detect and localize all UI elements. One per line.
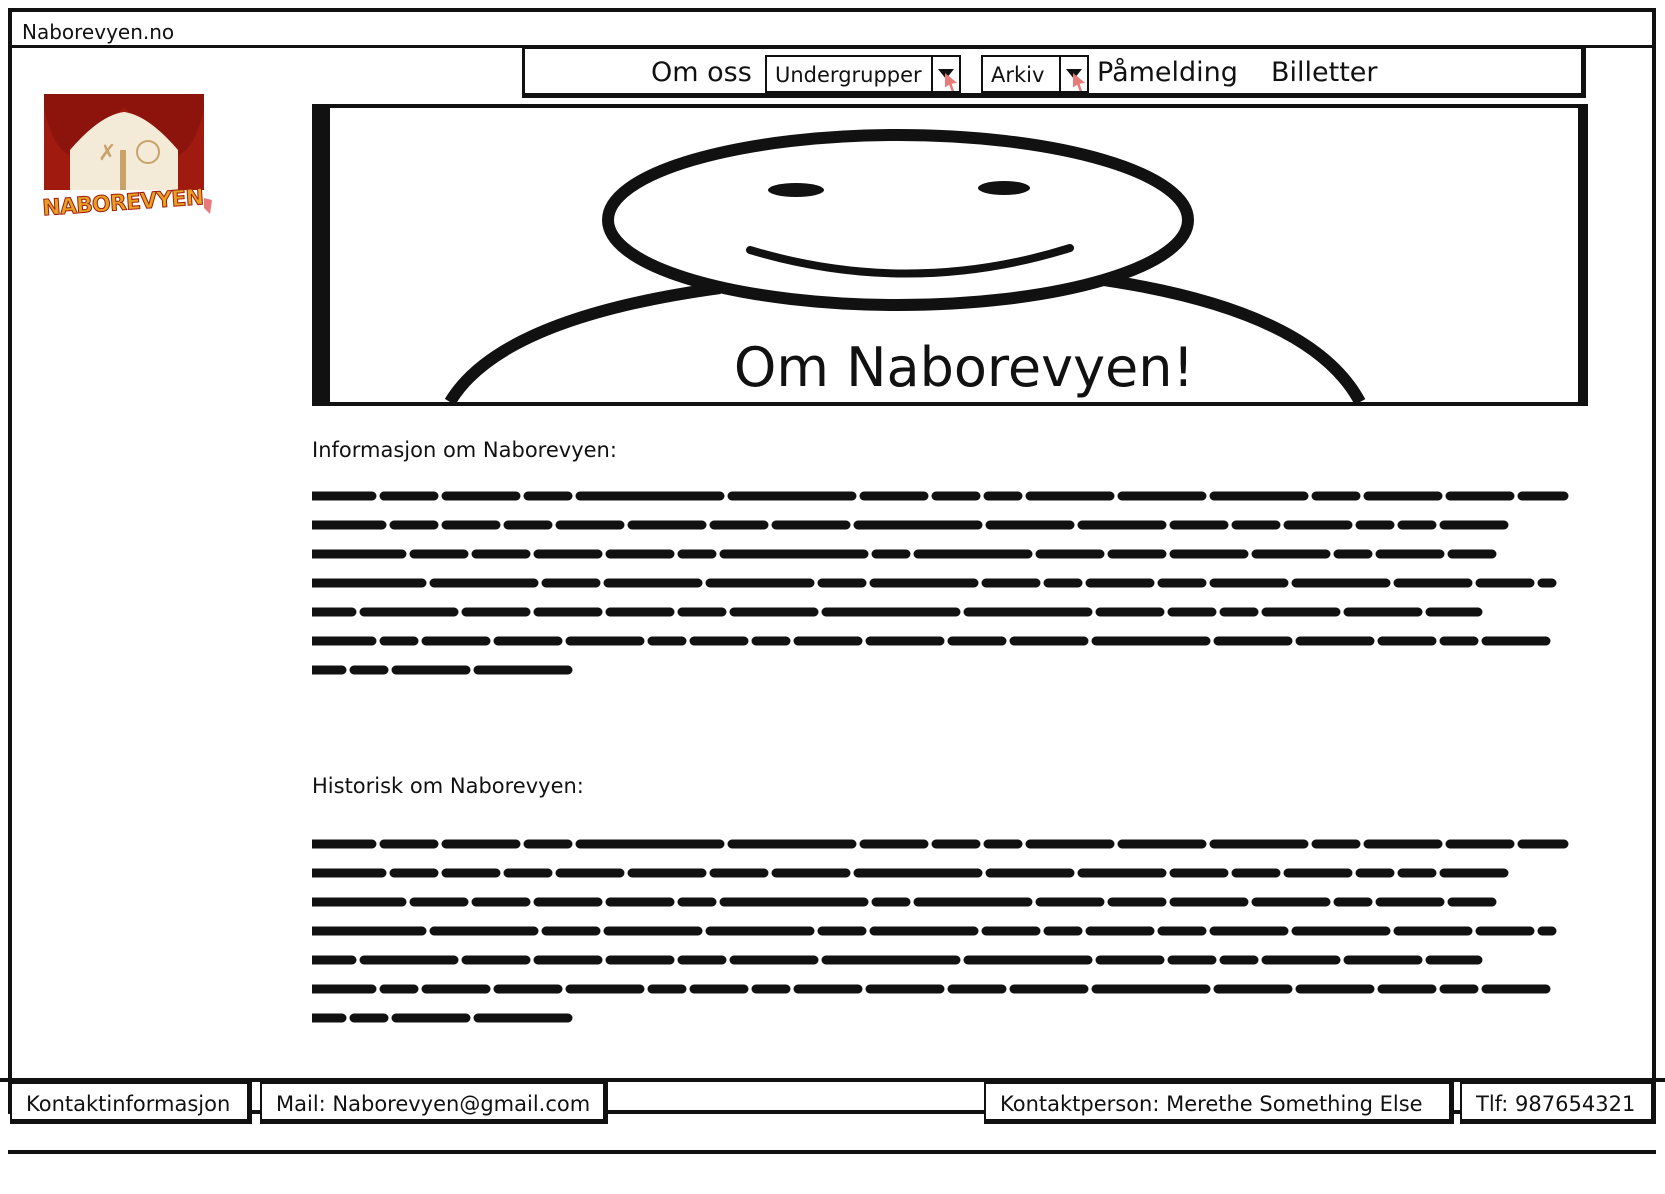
- undergrupper-dropdown[interactable]: Undergrupper: [765, 55, 961, 93]
- contact-label: Kontaktinformasjon: [26, 1092, 231, 1116]
- address-bar[interactable]: Naborevyen.no: [8, 8, 1656, 48]
- main-nav: Om oss Undergrupper Arkiv Påmelding Bill…: [522, 46, 1586, 98]
- footer-mail[interactable]: Mail: Naborevyen@gmail.com: [260, 1082, 608, 1124]
- hero-banner: Om Naborevyen!: [312, 104, 1588, 406]
- footer-contact-person: Kontaktperson: Merethe Something Else: [984, 1082, 1454, 1124]
- history-heading: Historisk om Naborevyen:: [312, 774, 584, 798]
- info-text-placeholder: [312, 491, 1571, 675]
- history-text-placeholder: [312, 839, 1571, 1023]
- undergrupper-label: Undergrupper: [775, 63, 922, 87]
- nav-pamelding[interactable]: Påmelding: [1097, 57, 1238, 88]
- phone-text: Tlf: 987654321: [1476, 1092, 1636, 1116]
- arkiv-label: Arkiv: [991, 63, 1045, 87]
- hero-title: Om Naborevyen!: [733, 336, 1195, 399]
- svg-text:✗: ✗: [98, 141, 116, 166]
- footer-bottom-line: [8, 1150, 1656, 1154]
- nav-om-oss[interactable]: Om oss: [651, 57, 752, 88]
- url-text: Naborevyen.no: [22, 20, 175, 44]
- chevron-down-icon[interactable]: [931, 57, 959, 91]
- contact-person-text: Kontaktperson: Merethe Something Else: [1000, 1092, 1423, 1116]
- nav-billetter[interactable]: Billetter: [1271, 57, 1378, 88]
- chevron-down-icon[interactable]: [1059, 57, 1087, 91]
- arkiv-dropdown[interactable]: Arkiv: [981, 55, 1089, 93]
- info-heading: Informasjon om Naborevyen:: [312, 438, 617, 462]
- svg-text:NABOREVYEN: NABOREVYEN: [42, 185, 205, 221]
- mail-text: Mail: Naborevyen@gmail.com: [276, 1092, 591, 1116]
- site-logo[interactable]: ✗ NABOREVYEN: [40, 90, 220, 230]
- footer-phone[interactable]: Tlf: 987654321: [1460, 1082, 1656, 1124]
- footer-contact-label: Kontaktinformasjon: [10, 1082, 252, 1124]
